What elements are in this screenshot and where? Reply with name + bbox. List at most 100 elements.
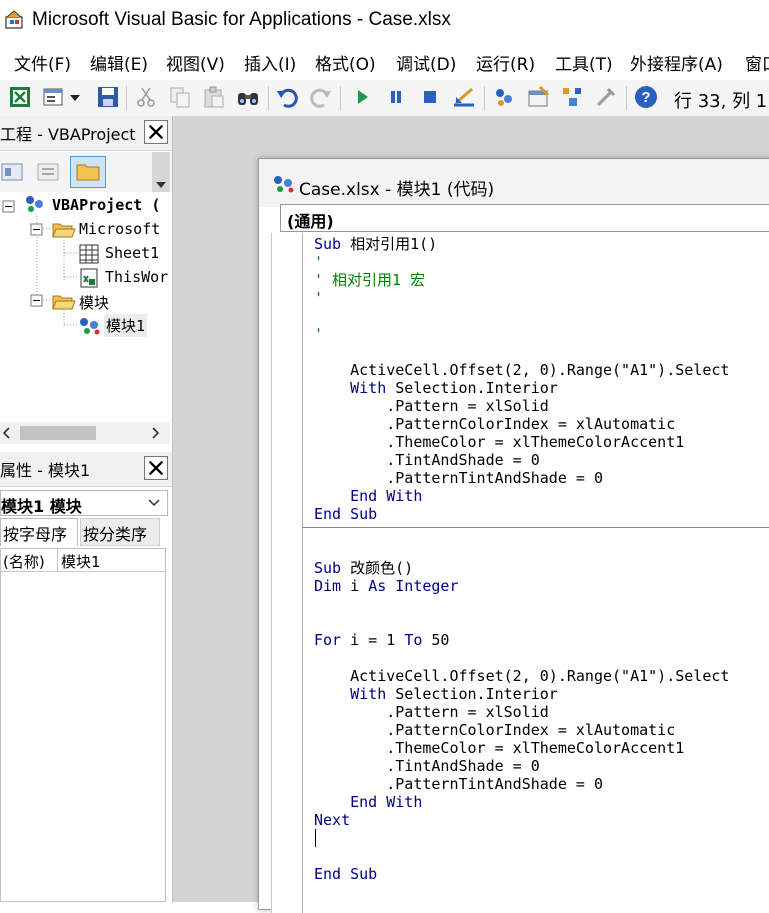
window-title: Microsoft Visual Basic for Applications …	[32, 9, 451, 30]
code-line[interactable]: End With	[314, 793, 422, 811]
code-line[interactable]: End Sub	[314, 865, 377, 883]
menu-window[interactable]: 窗口	[745, 50, 769, 75]
menu-debug[interactable]: 调试(D)	[396, 50, 456, 75]
code-line[interactable]: With Selection.Interior	[314, 685, 558, 703]
module-icon	[274, 176, 294, 193]
tree-item-sheet1[interactable]: Sheet1	[105, 244, 159, 262]
tree-item-thisworkbook[interactable]: ThisWor	[105, 268, 168, 286]
paste-icon[interactable]	[202, 85, 226, 109]
scrollbar-vertical[interactable]	[152, 152, 170, 192]
redo-icon[interactable]	[308, 85, 332, 109]
project-explorer-icon[interactable]	[492, 85, 516, 109]
code-line[interactable]: End With	[314, 487, 422, 505]
toolbar-separator	[268, 86, 269, 110]
object-dropdown[interactable]: (通用)	[280, 204, 769, 232]
code-line[interactable]: ActiveCell.Offset(2, 0).Range("A1").Sele…	[314, 667, 729, 685]
toolbox-icon[interactable]	[594, 85, 618, 109]
code-editor[interactable]: Sub 相对引用1() ' ' 相对引用1 宏 ' ' ActiveCell.Offse…	[271, 233, 769, 913]
code-line[interactable]: '	[314, 253, 323, 271]
code-window-title: Case.xlsx - 模块1 (代码)	[299, 180, 495, 200]
tree-item-vbaproject[interactable]: VBAProject (	[52, 196, 160, 214]
properties-pane: 属性 - 模块1 模块1 模块 按字母序 按分类序 (名称) 模块1	[0, 452, 173, 902]
folder-open-icon	[52, 295, 76, 310]
code-line[interactable]: ActiveCell.Offset(2, 0).Range("A1").Sele…	[314, 361, 729, 379]
view-excel-icon[interactable]	[8, 85, 32, 109]
tab-alphabetic[interactable]: 按字母序	[0, 518, 78, 546]
chevron-left-icon[interactable]	[0, 426, 14, 440]
menu-run[interactable]: 运行(R)	[476, 50, 535, 75]
menu-tools[interactable]: 工具(T)	[555, 50, 613, 75]
undo-icon[interactable]	[276, 85, 300, 109]
help-icon[interactable]: ?	[634, 85, 658, 109]
close-icon[interactable]	[144, 120, 168, 144]
tree-item-microsoft-objects[interactable]: Microsoft	[79, 220, 160, 238]
workbook-icon	[80, 268, 98, 288]
run-icon[interactable]	[350, 85, 374, 109]
code-line[interactable]: End Sub	[314, 505, 377, 523]
property-value[interactable]: 模块1	[61, 551, 101, 572]
standard-toolbar: ? 行 33, 列 1	[0, 80, 769, 117]
cursor-position: 行 33, 列 1	[674, 91, 768, 112]
code-line[interactable]: Dim i As Integer	[314, 577, 459, 595]
toggle-folders-icon[interactable]	[70, 156, 106, 188]
object-browser-icon[interactable]	[560, 85, 584, 109]
object-selector[interactable]: 模块1 模块	[0, 490, 168, 516]
property-name: (名称)	[3, 553, 45, 571]
chevron-right-icon[interactable]	[148, 426, 162, 440]
code-line[interactable]: For i = 1 To 50	[314, 631, 449, 649]
code-line[interactable]: '	[314, 325, 323, 343]
menu-view[interactable]: 视图(V)	[166, 50, 225, 75]
close-icon[interactable]	[144, 456, 168, 480]
find-icon[interactable]	[236, 85, 260, 109]
menu-addins[interactable]: 外接程序(A)	[630, 50, 723, 75]
code-line[interactable]: ' 相对引用1 宏	[314, 271, 425, 289]
chevron-down-icon[interactable]	[147, 497, 161, 509]
code-line[interactable]: .TintAndShade = 0	[314, 451, 540, 469]
folder-open-icon	[52, 223, 76, 238]
margin-indicator-bar	[302, 233, 303, 913]
code-line[interactable]: Sub 相对引用1()	[314, 235, 437, 253]
code-line[interactable]: .ThemeColor = xlThemeColorAccent1	[314, 433, 684, 451]
reset-icon[interactable]	[418, 85, 442, 109]
code-line[interactable]: .PatternTintAndShade = 0	[314, 775, 603, 793]
view-object-icon[interactable]	[36, 160, 60, 184]
properties-grid: (名称) 模块1	[0, 548, 166, 902]
chevron-down-icon[interactable]	[68, 85, 82, 109]
code-window-titlebar[interactable]: Case.xlsx - 模块1 (代码)	[259, 159, 769, 207]
menu-file[interactable]: 文件(F)	[14, 50, 71, 75]
copy-icon[interactable]	[168, 85, 192, 109]
code-line[interactable]: .PatternColorIndex = xlAutomatic	[314, 721, 675, 739]
break-icon[interactable]	[384, 85, 408, 109]
code-line[interactable]: With Selection.Interior	[314, 379, 558, 397]
tab-categorized[interactable]: 按分类序	[80, 518, 160, 546]
menu-format[interactable]: 格式(O)	[315, 50, 376, 75]
code-line[interactable]: Sub 改颜色()	[314, 559, 413, 577]
code-line[interactable]: .TintAndShade = 0	[314, 757, 540, 775]
view-code-icon[interactable]	[0, 160, 24, 184]
design-mode-icon[interactable]	[452, 85, 476, 109]
code-line[interactable]: .Pattern = xlSolid	[314, 703, 549, 721]
code-line[interactable]: Next	[314, 811, 350, 829]
toolbar-separator	[126, 86, 127, 110]
tree-item-modules[interactable]: 模块	[79, 292, 109, 313]
save-icon[interactable]	[96, 85, 120, 109]
property-row[interactable]: (名称) 模块1	[1, 549, 165, 572]
code-line[interactable]: .Pattern = xlSolid	[314, 397, 549, 415]
code-line[interactable]: .ThemeColor = xlThemeColorAccent1	[314, 739, 684, 757]
menu-edit[interactable]: 编辑(E)	[90, 50, 148, 75]
code-line[interactable]: '	[314, 289, 323, 307]
toolbar-separator	[340, 86, 341, 110]
svg-text:?: ?	[641, 89, 650, 106]
project-pane-title: 工程 - VBAProject	[0, 125, 136, 144]
menu-insert[interactable]: 插入(I)	[244, 50, 296, 75]
scrollbar-thumb[interactable]	[20, 426, 96, 440]
toolbar-separator	[626, 86, 627, 110]
properties-icon[interactable]	[526, 85, 550, 109]
tree-item-module1[interactable]: 模块1	[104, 314, 148, 337]
code-line[interactable]: .PatternTintAndShade = 0	[314, 469, 603, 487]
cut-icon[interactable]	[134, 85, 158, 109]
project-pane-header: 工程 - VBAProject	[0, 116, 172, 151]
code-line[interactable]: .PatternColorIndex = xlAutomatic	[314, 415, 675, 433]
insert-module-icon[interactable]	[42, 85, 66, 109]
horizontal-scrollbar[interactable]	[0, 422, 170, 444]
